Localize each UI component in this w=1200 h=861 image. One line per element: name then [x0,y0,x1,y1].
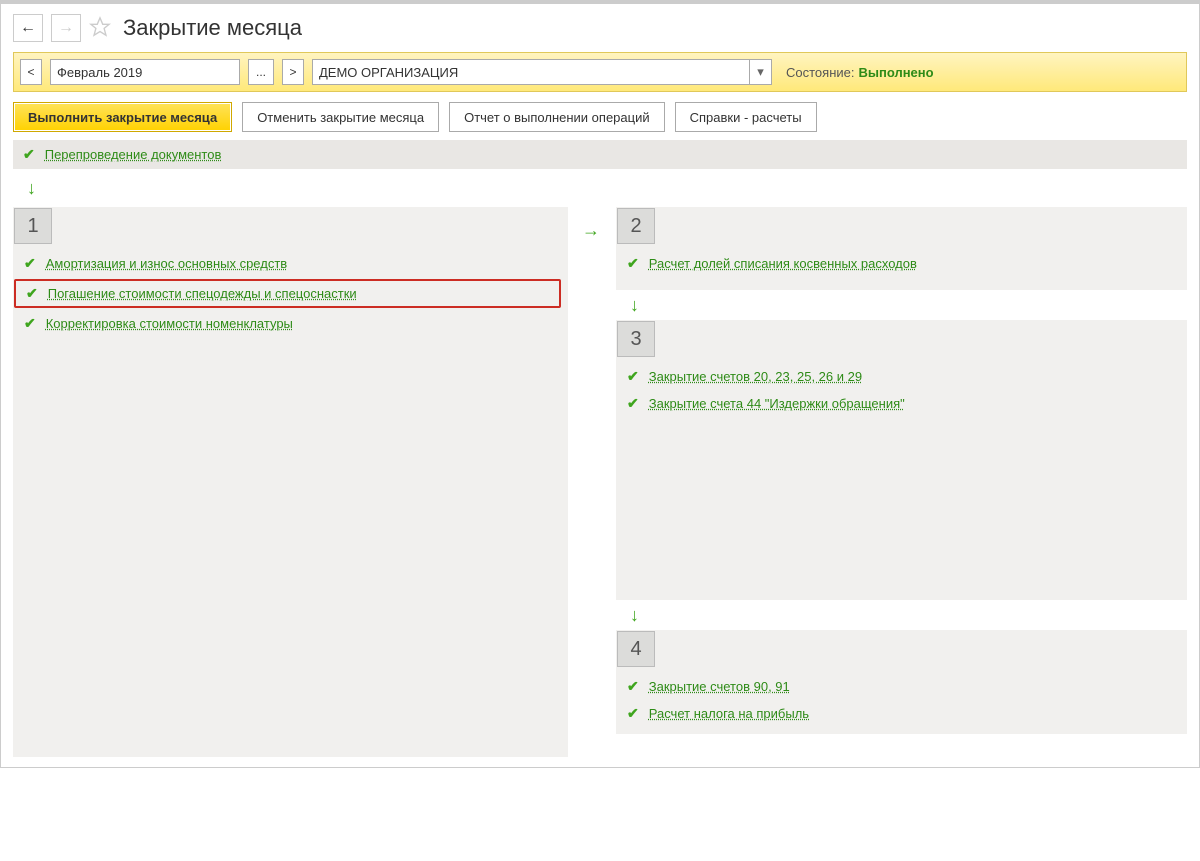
left-column: 1 Амортизация и износ основных средств П… [13,207,568,757]
check-icon [24,255,36,272]
stage-item-link[interactable]: Корректировка стоимости номенклатуры [46,316,293,331]
stage-4-number: 4 [617,631,655,667]
status-value: Выполнено [858,65,933,80]
stage-1-box: 1 Амортизация и износ основных средств П… [13,207,568,757]
stage-3-items: Закрытие счетов 20, 23, 25, 26 и 29 Закр… [617,357,1186,423]
stage-2-number: 2 [617,208,655,244]
stage-item: Расчет долей списания косвенных расходов [627,250,1186,277]
check-icon [23,146,35,163]
report-button[interactable]: Отчет о выполнении операций [449,102,665,132]
pre-stage-link[interactable]: Перепроведение документов [45,147,222,162]
check-icon [627,678,639,695]
status-label: Состояние: [786,65,854,80]
execute-button[interactable]: Выполнить закрытие месяца [13,102,232,132]
stage-item-link[interactable]: Расчет долей списания косвенных расходов [649,256,917,271]
organization-select[interactable]: ДЕМО ОРГАНИЗАЦИЯ ▾ [312,59,772,85]
period-select-button[interactable]: ... [248,59,274,85]
stage-item-link[interactable]: Закрытие счетов 20, 23, 25, 26 и 29 [649,369,862,384]
toolbar: Выполнить закрытие месяца Отменить закры… [13,102,1187,132]
favorite-star-icon[interactable] [89,16,111,41]
stage-1-number: 1 [14,208,52,244]
period-value: Февраль 2019 [57,65,142,80]
organization-value: ДЕМО ОРГАНИЗАЦИЯ [319,65,458,80]
stage-item-highlighted: Погашение стоимости спецодежды и спецосн… [14,279,561,308]
arrow-down-icon [27,179,1187,197]
nav-forward-button[interactable] [51,14,81,42]
stage-item: Закрытие счетов 20, 23, 25, 26 и 29 [627,363,1186,390]
arrow-down-icon [630,606,1187,624]
arrow-connector [582,207,602,239]
arrow-down-icon [630,296,1187,314]
stage-item: Закрытие счетов 90, 91 [627,673,1186,700]
nav-back-button[interactable] [13,14,43,42]
stage-item: Закрытие счета 44 "Издержки обращения" [627,390,1186,417]
check-icon [24,315,36,332]
stage-3-number: 3 [617,321,655,357]
stage-item: Амортизация и износ основных средств [24,250,567,277]
stage-2-items: Расчет долей списания косвенных расходов [617,244,1186,283]
check-icon [627,705,639,722]
check-icon [627,395,639,412]
page-title: Закрытие месяца [123,15,302,41]
stage-4-items: Закрытие счетов 90, 91 Расчет налога на … [617,667,1186,733]
pre-stage-strip: Перепроведение документов [13,140,1187,169]
period-prev-button[interactable]: < [20,59,42,85]
stage-item-link[interactable]: Расчет налога на прибыль [649,706,809,721]
period-input[interactable]: Февраль 2019 [50,59,240,85]
arrow-right-icon [58,19,74,37]
arrow-right-icon [582,220,600,240]
references-button[interactable]: Справки - расчеты [675,102,817,132]
stage-1-items: Амортизация и износ основных средств Пог… [14,244,567,343]
chevron-down-icon: ▾ [749,60,771,84]
check-icon [627,368,639,385]
stage-item-link[interactable]: Закрытие счета 44 "Издержки обращения" [649,396,905,411]
check-icon [26,285,38,302]
stage-2-box: 2 Расчет долей списания косвенных расход… [616,207,1187,290]
stage-4-box: 4 Закрытие счетов 90, 91 Расчет налога н… [616,630,1187,734]
arrow-left-icon [20,19,36,37]
cancel-button[interactable]: Отменить закрытие месяца [242,102,439,132]
stage-item-link[interactable]: Погашение стоимости спецодежды и спецосн… [48,286,357,301]
stage-3-box: 3 Закрытие счетов 20, 23, 25, 26 и 29 За… [616,320,1187,600]
main-window: Закрытие месяца < Февраль 2019 ... > ДЕМ… [0,0,1200,768]
stages-flow: 1 Амортизация и износ основных средств П… [13,207,1187,757]
check-icon [627,255,639,272]
period-next-button[interactable]: > [282,59,304,85]
status-block: Состояние: Выполнено [786,65,934,80]
stage-item: Корректировка стоимости номенклатуры [24,310,567,337]
filter-bar: < Февраль 2019 ... > ДЕМО ОРГАНИЗАЦИЯ ▾ … [13,52,1187,92]
stage-item: Расчет налога на прибыль [627,700,1186,727]
right-column: 2 Расчет долей списания косвенных расход… [616,207,1187,734]
title-bar: Закрытие месяца [13,14,1187,42]
stage-item-link[interactable]: Закрытие счетов 90, 91 [649,679,790,694]
stage-item-link[interactable]: Амортизация и износ основных средств [46,256,287,271]
